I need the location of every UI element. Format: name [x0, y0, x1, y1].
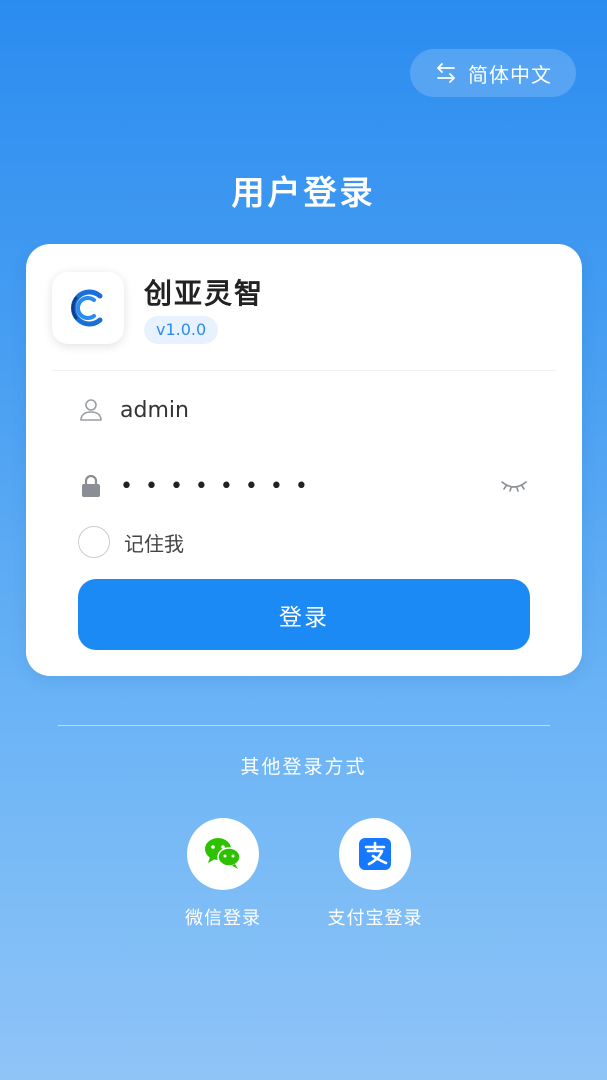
username-input[interactable]: admin — [120, 398, 189, 423]
card-divider — [52, 370, 556, 371]
eye-closed-icon[interactable] — [500, 474, 528, 498]
alipay-icon — [359, 838, 391, 870]
swap-arrows-icon — [437, 63, 455, 83]
remember-me-label: 记住我 — [124, 531, 184, 556]
app-version-badge: v1.0.0 — [144, 316, 219, 344]
lock-icon — [82, 474, 100, 497]
wechat-icon — [205, 838, 241, 869]
password-input[interactable]: •••••••• — [120, 474, 320, 499]
app-name: 创亚灵智 — [144, 277, 265, 310]
other-login-divider — [58, 725, 550, 726]
wechat-login-label: 微信登录 — [185, 908, 261, 929]
password-field[interactable]: •••••••• — [78, 462, 528, 510]
username-field[interactable]: admin — [78, 386, 528, 434]
page-title: 用户登录 — [231, 173, 376, 212]
login-button[interactable]: 登录 — [78, 579, 530, 650]
wechat-login-button[interactable]: 微信登录 — [163, 818, 283, 930]
alipay-icon-circle[interactable] — [339, 818, 411, 890]
language-switch-label: 简体中文 — [468, 62, 552, 87]
app-logo-icon — [52, 272, 124, 344]
login-card: 创亚灵智 v1.0.0 admin •••••••• 记住我 登录 — [26, 244, 582, 676]
remember-me[interactable]: 记住我 — [78, 526, 184, 558]
language-switch-button[interactable]: 简体中文 — [410, 49, 576, 97]
alipay-login-button[interactable]: 支付宝登录 — [315, 818, 435, 930]
remember-me-radio[interactable] — [78, 526, 110, 558]
wechat-icon-circle[interactable] — [187, 818, 259, 890]
alipay-login-label: 支付宝登录 — [327, 908, 423, 929]
other-login-title: 其他登录方式 — [240, 756, 367, 778]
user-icon — [80, 399, 102, 421]
